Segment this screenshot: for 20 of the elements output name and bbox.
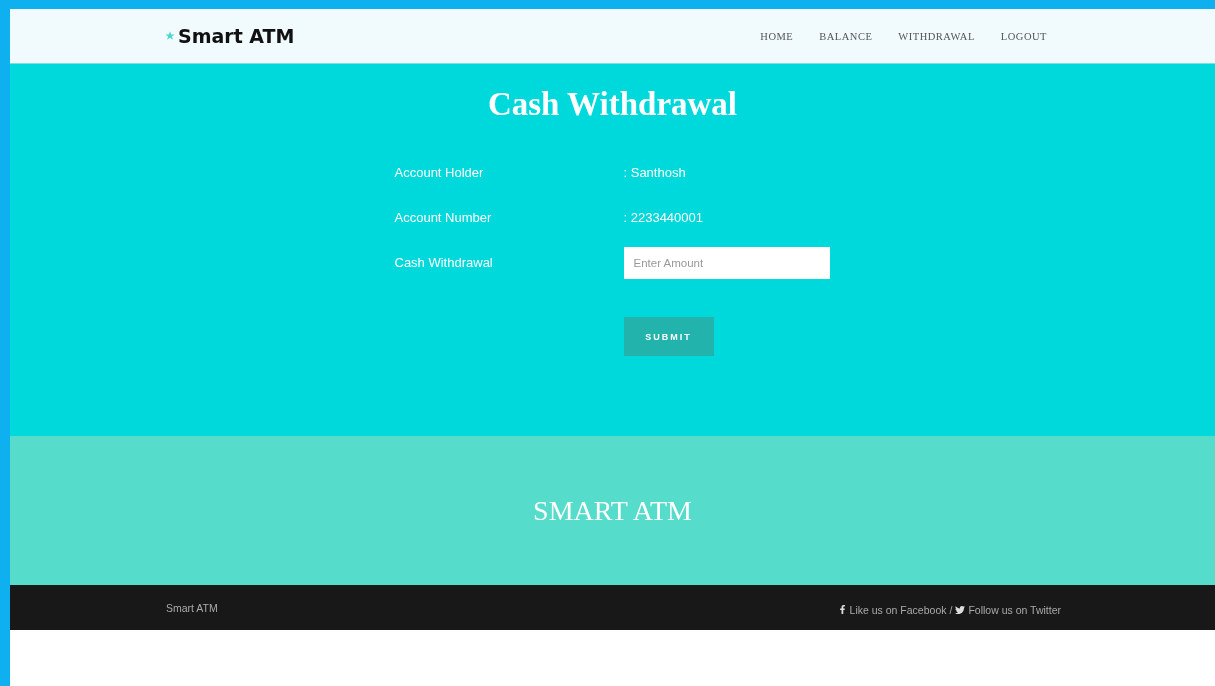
field-label: Account Number	[394, 209, 493, 227]
star-icon	[165, 31, 175, 41]
field-value: : Santhosh	[623, 164, 687, 182]
nav-link[interactable]: WITHDRAWAL	[898, 30, 975, 42]
twitter-link[interactable]: Follow us on Twitter	[955, 603, 1061, 616]
field-label: Cash Withdrawal	[394, 254, 494, 272]
facebook-icon	[837, 605, 847, 614]
nav-link[interactable]: HOME	[760, 30, 794, 42]
amount-input[interactable]: Enter Amount	[623, 247, 830, 279]
brand-name[interactable]: Smart ATM	[178, 25, 295, 47]
field-value: : 2233440001	[623, 209, 705, 227]
banner-title: SMART ATM	[533, 494, 692, 527]
nav-link[interactable]: LOGOUT	[1000, 30, 1047, 42]
facebook-link[interactable]: Like us on Facebook	[837, 603, 947, 616]
separator: /	[949, 603, 953, 616]
bird-icon	[955, 604, 966, 615]
footer-copyright: Smart ATM	[166, 601, 218, 614]
nav-link[interactable]: BALANCE	[819, 30, 873, 42]
page-heading: Cash Withdrawal	[487, 86, 738, 123]
field-label: Account Holder	[394, 164, 485, 182]
